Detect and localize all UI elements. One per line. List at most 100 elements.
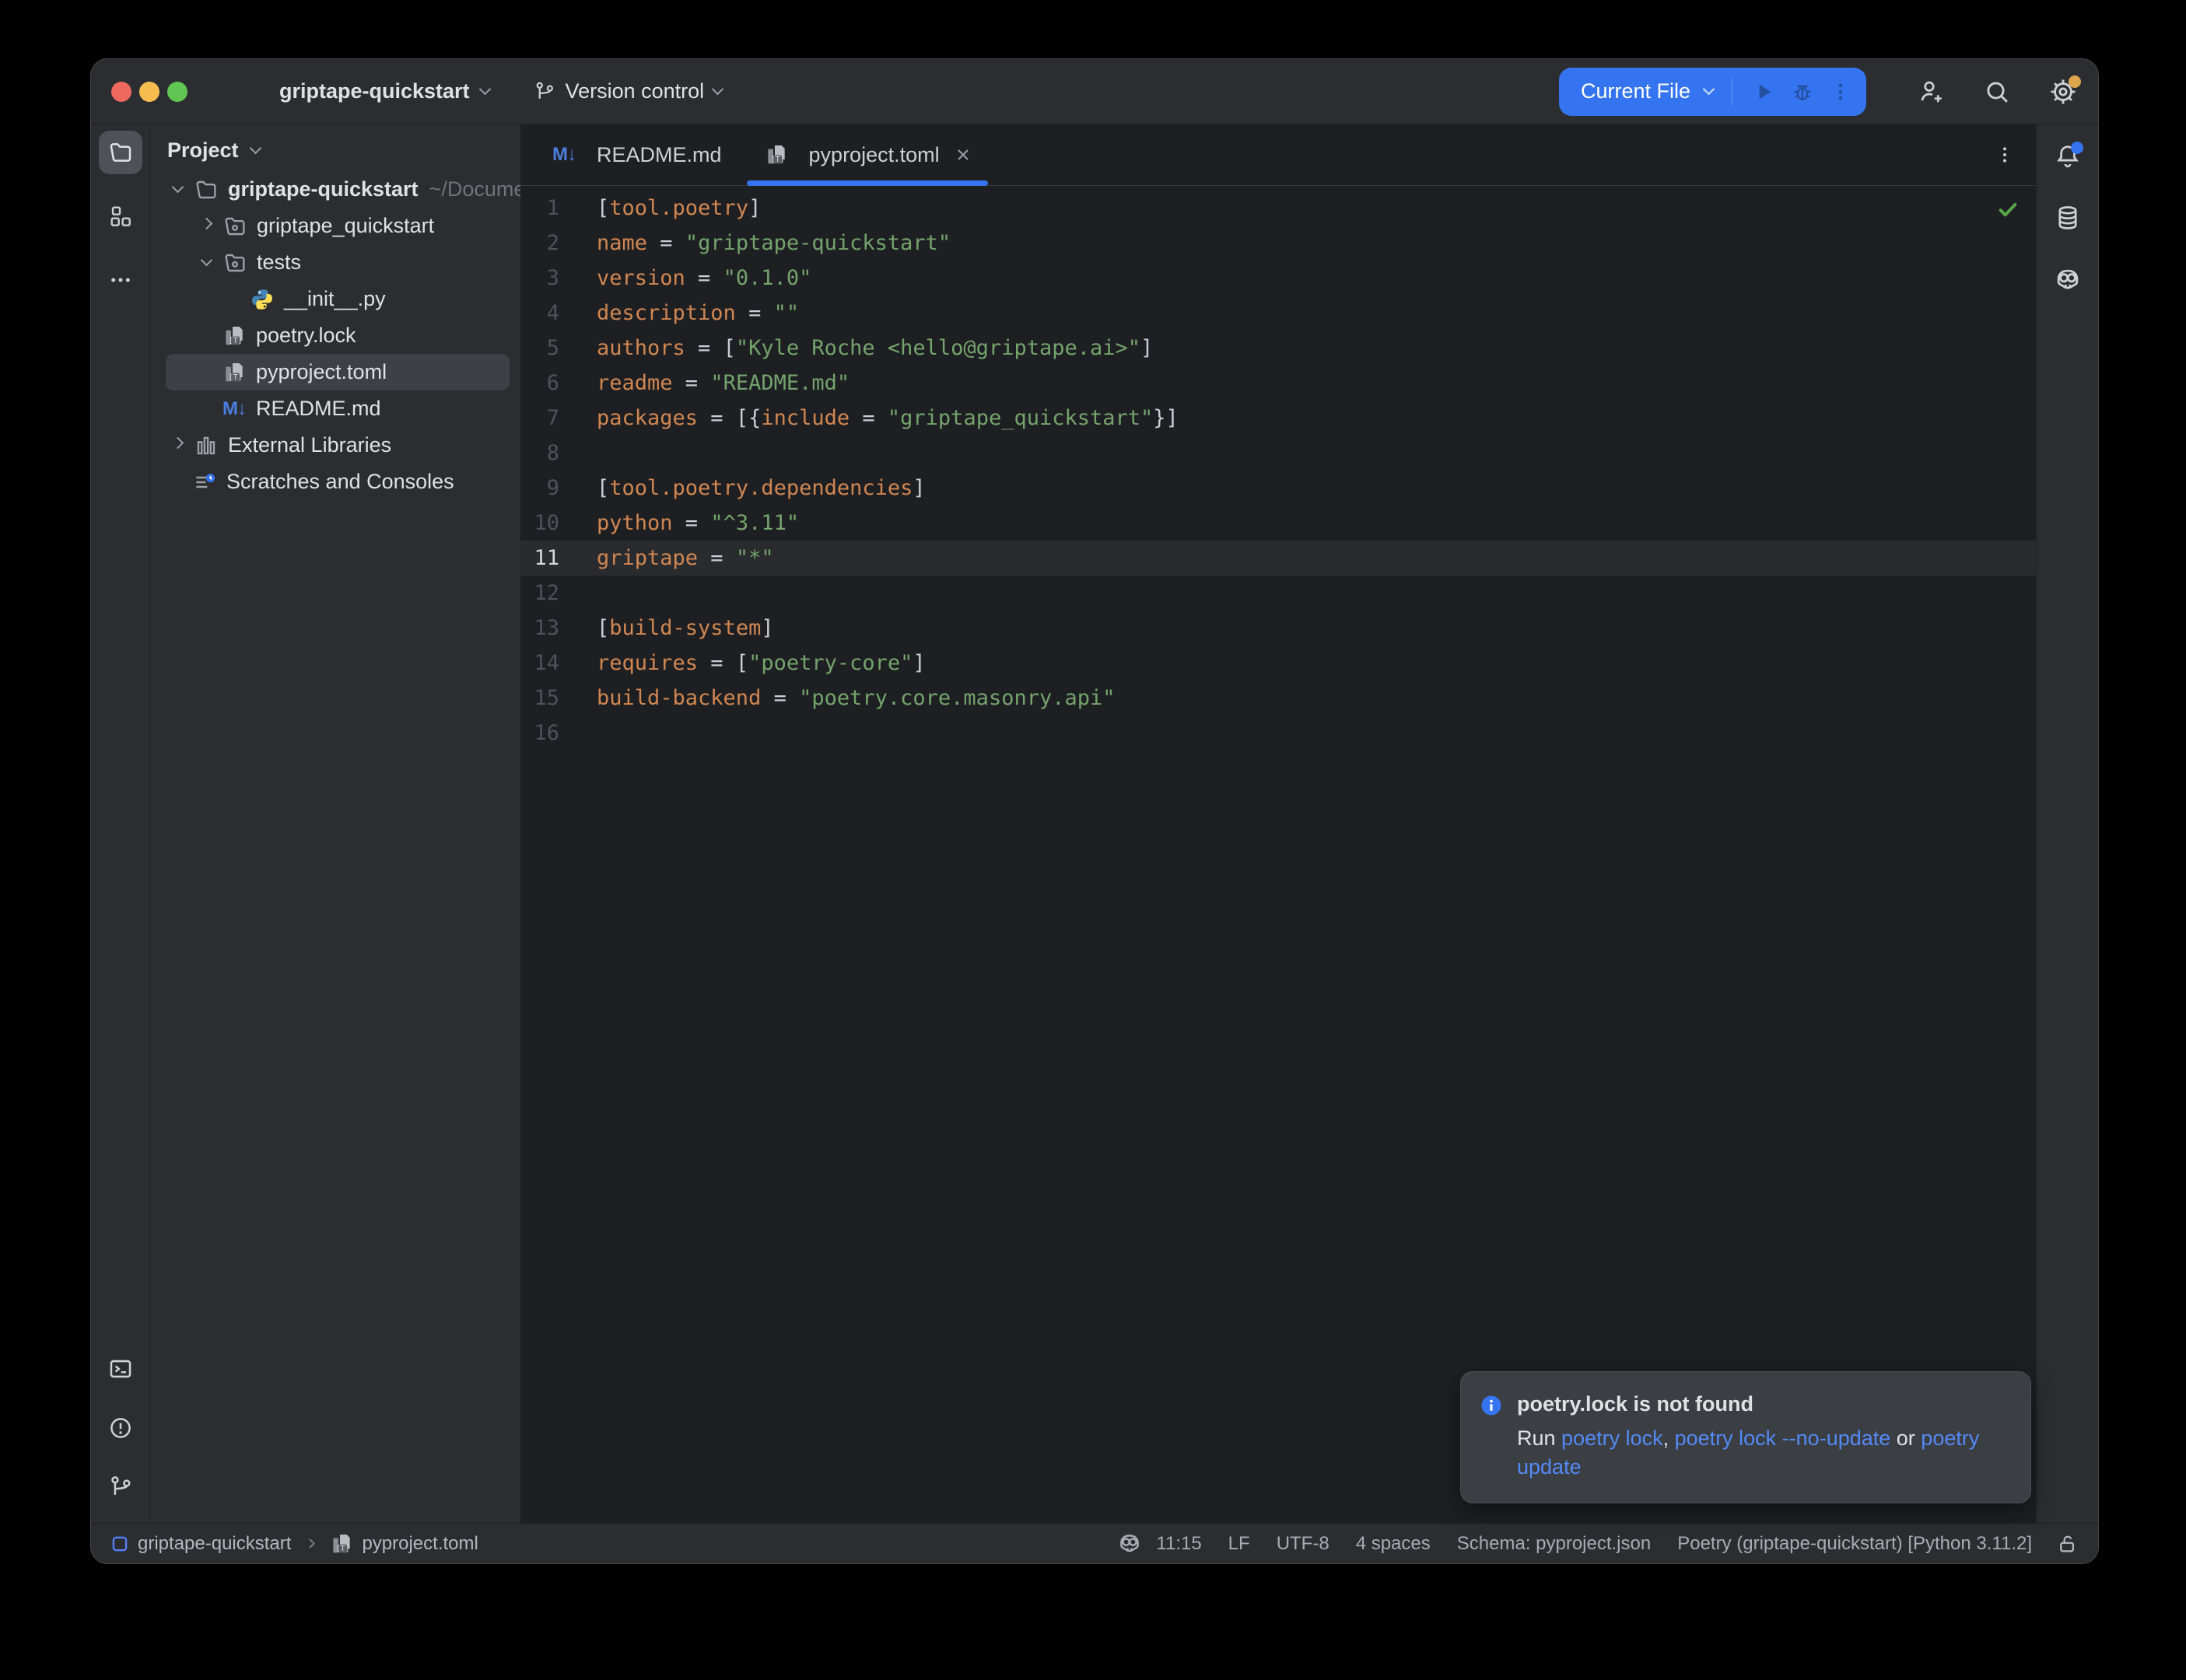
project-widget[interactable]: griptape-quickstart xyxy=(279,79,489,103)
code-line[interactable]: 13[build-system] xyxy=(520,611,2036,646)
copilot-icon[interactable] xyxy=(1116,1531,1143,1557)
ai-assistant-tool-button[interactable] xyxy=(2046,258,2090,302)
line-number: 8 xyxy=(520,436,559,471)
status-segment-4-spaces[interactable]: 4 spaces xyxy=(1343,1533,1444,1555)
folder-icon xyxy=(192,177,220,202)
status-segment-11-15[interactable]: 11:15 xyxy=(1143,1533,1214,1555)
more-tools-button[interactable] xyxy=(99,258,142,302)
breadcrumb-pyproject-toml[interactable]: [T] pyproject.toml xyxy=(329,1531,478,1556)
svg-text:[T]: [T] xyxy=(336,1545,350,1553)
problems-icon xyxy=(107,1415,134,1441)
project-tree-panel: Project griptape-quickstart~/Docume gript… xyxy=(150,124,520,1523)
code-line[interactable]: 5authors = ["Kyle Roche <hello@griptape.… xyxy=(520,331,2036,366)
chevron-right-icon[interactable] xyxy=(191,224,221,228)
notification-popup[interactable]: poetry.lock is not found Run poetry lock… xyxy=(1460,1371,2031,1503)
tab-readme-md[interactable]: M↓README.md xyxy=(530,124,742,185)
code-line[interactable]: 14requires = ["poetry-core"] xyxy=(520,646,2036,681)
code-line[interactable]: 16 xyxy=(520,716,2036,751)
structure-tool-button[interactable] xyxy=(99,194,142,238)
python-icon xyxy=(248,287,276,312)
vcs-widget[interactable]: Version control xyxy=(533,79,723,103)
code-line[interactable]: 8 xyxy=(520,436,2036,471)
lock-open-icon[interactable] xyxy=(2056,1532,2079,1556)
git-branch-icon xyxy=(107,1474,134,1500)
status-segment-poetry-griptape-quickstart-pyt[interactable]: Poetry (griptape-quickstart) [Python 3.1… xyxy=(1664,1533,2045,1555)
search-icon[interactable] xyxy=(1983,78,2011,106)
minimize-window-button[interactable] xyxy=(139,82,159,102)
toml-icon: [T] xyxy=(220,324,248,348)
notification-link-poetry-lock[interactable]: poetry lock xyxy=(1561,1426,1663,1450)
tree-item--init-py[interactable]: __init__.py xyxy=(150,281,520,317)
bell-icon xyxy=(2054,142,2082,170)
window-controls xyxy=(111,82,187,102)
problems-tool-button[interactable] xyxy=(99,1406,142,1450)
tab-options-kebab-icon[interactable] xyxy=(1994,144,2016,166)
tree-item-label: Scratches and Consoles xyxy=(226,470,454,494)
status-segment-schema-pyproject-json[interactable]: Schema: pyproject.json xyxy=(1444,1533,1664,1555)
code-line[interactable]: 1[tool.poetry] xyxy=(520,191,2036,226)
notifications-tool-button[interactable] xyxy=(2046,134,2090,177)
tree-item-pyproject-toml[interactable]: [T] pyproject.toml xyxy=(150,354,520,390)
notification-text: Run xyxy=(1517,1426,1561,1450)
markdown-icon: M↓ xyxy=(220,398,248,420)
chevron-right-icon[interactable] xyxy=(163,443,192,447)
vcs-widget-label: Version control xyxy=(566,79,705,103)
source-folder-icon xyxy=(221,250,249,275)
inspections-ok-check-icon[interactable] xyxy=(1995,197,2020,222)
code-editor[interactable]: 1[tool.poetry]2name = "griptape-quicksta… xyxy=(520,186,2036,1523)
tree-item-readme-md[interactable]: M↓README.md xyxy=(150,390,520,427)
tree-item-tests[interactable]: tests xyxy=(150,244,520,281)
run-configuration-pill[interactable]: Current File xyxy=(1559,68,1866,116)
toml-icon: [T] xyxy=(329,1531,354,1556)
code-line-current[interactable]: 11griptape = "*" xyxy=(520,541,2036,576)
svg-text:[T]: [T] xyxy=(229,373,243,382)
git-tool-button[interactable] xyxy=(99,1465,142,1509)
active-tab-underline xyxy=(747,180,988,186)
tab-pyproject-toml[interactable]: [T]pyproject.toml xyxy=(742,124,993,185)
code-line[interactable]: 2name = "griptape-quickstart" xyxy=(520,226,2036,261)
chevron-down-icon[interactable] xyxy=(191,261,221,264)
tree-item-poetry-lock[interactable]: [T]poetry.lock xyxy=(150,317,520,354)
tree-item-scratches-and-consoles[interactable]: Scratches and Consoles xyxy=(150,464,520,500)
chevron-down-icon xyxy=(478,83,491,96)
tree-item-label: griptape_quickstart xyxy=(257,214,434,238)
status-segment-utf-8[interactable]: UTF-8 xyxy=(1263,1533,1343,1555)
tree-item-griptape-quickstart[interactable]: griptape-quickstart~/Docume xyxy=(150,171,520,208)
notification-link-poetry-lock-no-update[interactable]: poetry lock --no-update xyxy=(1675,1426,1891,1450)
chevron-down-icon[interactable] xyxy=(163,187,192,191)
info-icon xyxy=(1480,1394,1503,1417)
code-line[interactable]: 10python = "^3.11" xyxy=(520,506,2036,541)
code-line[interactable]: 15build-backend = "poetry.core.masonry.a… xyxy=(520,681,2036,716)
tree-item-griptape-quickstart[interactable]: griptape_quickstart xyxy=(150,208,520,244)
settings-gear-icon[interactable] xyxy=(2048,77,2078,107)
run-button[interactable] xyxy=(1751,79,1776,104)
notification-text: or xyxy=(1890,1426,1921,1450)
tab-label: README.md xyxy=(597,143,722,167)
debug-button[interactable] xyxy=(1790,79,1815,104)
database-tool-button[interactable] xyxy=(2046,196,2090,240)
editor-tab-bar: M↓README.md[T]pyproject.toml xyxy=(520,124,2036,186)
more-run-options-button[interactable] xyxy=(1829,80,1852,103)
code-line[interactable]: 4description = "" xyxy=(520,296,2036,331)
code-line[interactable]: 6readme = "README.md" xyxy=(520,366,2036,401)
project-tool-button[interactable] xyxy=(99,131,142,174)
code-line[interactable]: 9[tool.poetry.dependencies] xyxy=(520,471,2036,506)
svg-text:[T]: [T] xyxy=(229,337,243,345)
editor-area: M↓README.md[T]pyproject.toml 1[tool.poet… xyxy=(520,124,2036,1523)
terminal-tool-button[interactable] xyxy=(99,1347,142,1391)
project-tree-header[interactable]: Project xyxy=(150,129,520,171)
code-line[interactable]: 12 xyxy=(520,576,2036,611)
tree-item-label: pyproject.toml xyxy=(256,360,387,384)
code-line[interactable]: 3version = "0.1.0" xyxy=(520,261,2036,296)
status-segment-lf[interactable]: LF xyxy=(1215,1533,1263,1555)
code-line[interactable]: 7packages = [{include = "griptape_quicks… xyxy=(520,401,2036,436)
notification-text: , xyxy=(1663,1426,1675,1450)
close-window-button[interactable] xyxy=(111,82,131,102)
settings-badge xyxy=(2069,75,2081,88)
add-user-icon[interactable] xyxy=(1918,78,1946,106)
tree-item-external-libraries[interactable]: External Libraries xyxy=(150,427,520,464)
close-tab-icon[interactable] xyxy=(954,145,972,164)
maximize-window-button[interactable] xyxy=(167,82,187,102)
breadcrumb-label: pyproject.toml xyxy=(362,1533,478,1555)
breadcrumb-griptape-quickstart[interactable]: griptape-quickstart xyxy=(110,1533,291,1555)
